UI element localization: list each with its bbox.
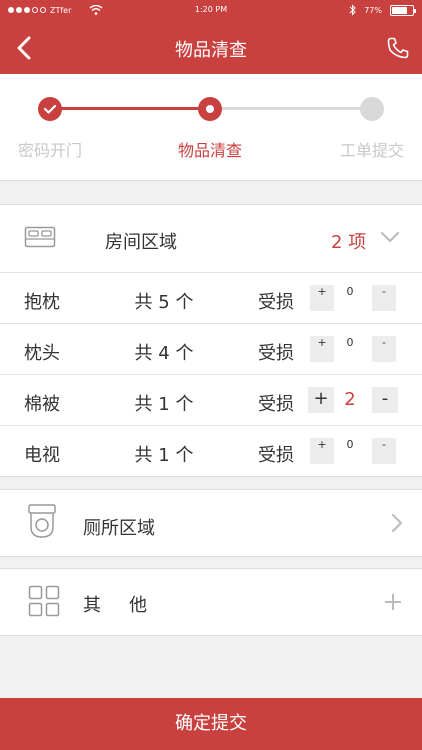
damage-count: 0 (346, 438, 354, 451)
grid-icon (28, 585, 60, 617)
item-row-tv: 电视 共 1 个 受损 + 0 - (0, 425, 422, 476)
divider (0, 635, 422, 636)
room-section-header[interactable]: 房间区域 2 项 (0, 204, 422, 272)
progress-line-done (50, 107, 210, 110)
damage-count: 2 (344, 389, 356, 410)
other-section[interactable]: 其他 (0, 569, 422, 635)
chevron-right-icon (384, 510, 410, 536)
chevron-down-icon[interactable] (377, 224, 403, 250)
decrement-button[interactable]: - (372, 285, 396, 311)
room-item-count: 2 项 (331, 232, 367, 253)
phone-icon (387, 37, 409, 59)
damage-label: 受损 (258, 343, 294, 364)
increment-button[interactable]: + (310, 438, 334, 464)
progress-stepper: 密码开门 物品清查 工单提交 (0, 74, 422, 180)
item-name: 抱枕 (24, 292, 60, 313)
item-total: 共 1 个 (134, 445, 194, 466)
toilet-icon (28, 504, 56, 538)
damage-label: 受损 (258, 292, 294, 313)
other-section-title: 其他 (83, 595, 175, 616)
item-name: 枕头 (24, 343, 60, 364)
battery-level (392, 6, 407, 14)
divider (0, 556, 422, 557)
status-right: 77% (349, 4, 416, 16)
decrement-button[interactable]: - (372, 336, 396, 362)
step-pending-icon (360, 97, 384, 121)
item-row-pillow: 抱枕 共 5 个 受损 + 0 - (0, 272, 422, 323)
damage-label: 受损 (258, 445, 294, 466)
check-icon (43, 104, 57, 114)
step-current-icon (198, 97, 222, 121)
step-label-submit: 工单提交 (339, 141, 404, 160)
item-row-pillow2: 枕头 共 4 个 受损 + 0 - (0, 323, 422, 374)
plus-icon[interactable] (380, 589, 406, 615)
item-name: 电视 (24, 445, 60, 466)
increment-button[interactable]: + (310, 285, 334, 311)
bluetooth-icon (349, 4, 356, 16)
battery-percent: 77% (364, 5, 382, 15)
nav-bar: 物品清查 (0, 22, 422, 74)
damage-label: 受损 (258, 394, 294, 415)
status-bar: ZTfer 1:20 PM 77% (0, 0, 422, 22)
page-title: 物品清查 (175, 40, 247, 61)
step-label-door: 密码开门 (17, 141, 82, 160)
item-total: 共 1 个 (134, 394, 194, 415)
battery-icon (390, 4, 416, 16)
call-button[interactable] (380, 30, 416, 66)
toilet-section-title: 厕所区域 (83, 518, 155, 539)
room-section: 房间区域 2 项 抱枕 共 5 个 受损 + 0 - 枕头 共 4 个 受损 +… (0, 204, 422, 476)
room-section-title: 房间区域 (105, 232, 177, 253)
step-label-inventory: 物品清查 (177, 141, 242, 160)
divider (0, 476, 422, 477)
item-total: 共 4 个 (134, 343, 194, 364)
item-row-quilt: 棉被 共 1 个 受损 + 2 - (0, 374, 422, 425)
damage-count: 0 (346, 285, 354, 298)
decrement-button[interactable]: - (372, 438, 396, 464)
progress-line-pending (210, 107, 372, 110)
item-name: 棉被 (24, 394, 60, 415)
bed-icon (24, 226, 56, 248)
step-done-icon (38, 97, 62, 121)
decrement-button[interactable]: - (372, 387, 398, 413)
increment-button[interactable]: + (310, 336, 334, 362)
divider (0, 180, 422, 181)
submit-button[interactable]: 确定提交 (0, 698, 422, 750)
toilet-section[interactable]: 厕所区域 (0, 490, 422, 556)
increment-button[interactable]: + (308, 387, 334, 413)
damage-count: 0 (346, 336, 354, 349)
item-total: 共 5 个 (134, 292, 194, 313)
